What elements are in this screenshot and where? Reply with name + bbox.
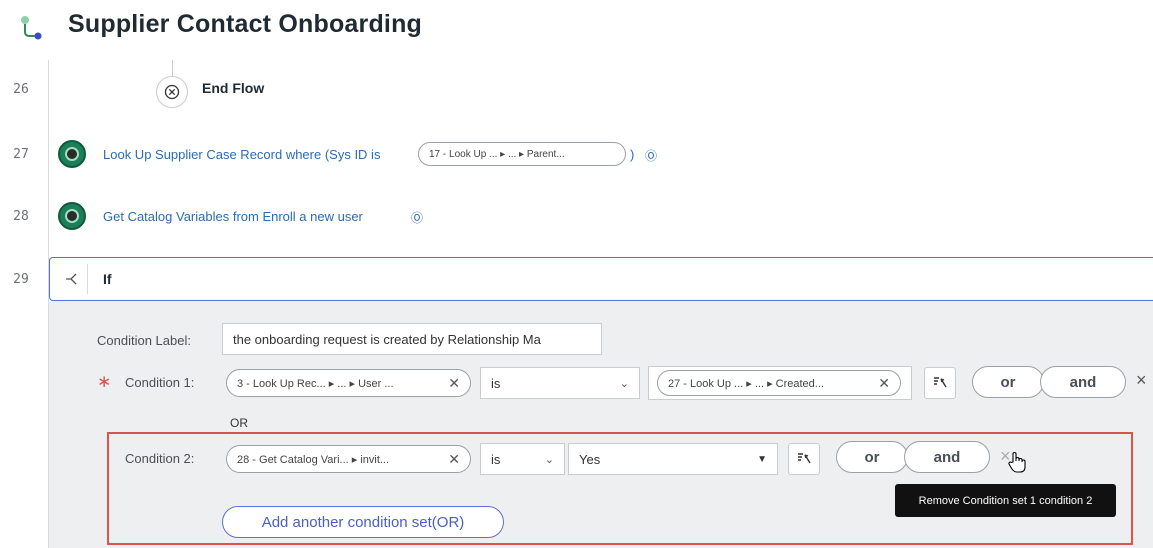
- if-step-row[interactable]: [49, 257, 1153, 301]
- step-27-close-paren: ): [630, 147, 635, 162]
- clear-pill-icon[interactable]: ✕: [448, 451, 460, 468]
- condition-2-left-pill[interactable]: 28 - Get Catalog Vari... ▸ invit... ✕: [226, 445, 471, 473]
- condition-label-input[interactable]: the onboarding request is created by Rel…: [222, 323, 602, 355]
- required-icon: ∗: [97, 372, 112, 391]
- page-title: Supplier Contact Onboarding: [68, 10, 423, 38]
- or-button[interactable]: or: [972, 366, 1044, 398]
- tooltip: Remove Condition set 1 condition 2: [895, 484, 1116, 517]
- and-button[interactable]: and: [1040, 366, 1126, 398]
- operator-value: is: [491, 375, 501, 391]
- chevron-down-icon: ⌄: [544, 453, 554, 466]
- pill-label: 28 - Get Catalog Vari... ▸ invit...: [237, 453, 390, 466]
- step-28-label[interactable]: Get Catalog Variables from Enroll a new …: [103, 209, 363, 224]
- line-number: 26: [13, 82, 29, 97]
- operator-value: is: [491, 451, 501, 467]
- flow-connector: [172, 60, 173, 76]
- and-button[interactable]: and: [904, 441, 990, 473]
- help-icon[interactable]: Ⓞ: [411, 209, 423, 226]
- condition-label-caption: Condition Label:: [97, 333, 191, 348]
- remove-condition-icon[interactable]: ×: [1136, 370, 1147, 391]
- or-button[interactable]: or: [836, 441, 908, 473]
- pill-label: 3 - Look Up Rec... ▸ ... ▸ User ...: [237, 377, 394, 390]
- line-number-gutter: [0, 60, 49, 548]
- condition-1-left-pill[interactable]: 3 - Look Up Rec... ▸ ... ▸ User ... ✕: [226, 369, 471, 397]
- step-27-label[interactable]: Look Up Supplier Case Record where (Sys …: [103, 147, 380, 162]
- catalog-variables-icon: [58, 202, 86, 230]
- flow-branch-icon: [21, 16, 42, 40]
- close-circle-icon[interactable]: [156, 76, 188, 108]
- if-branch-icon: [57, 264, 88, 294]
- line-number: 28: [13, 209, 29, 224]
- chevron-down-icon: ⌄: [619, 377, 629, 390]
- if-label: If: [103, 271, 112, 287]
- hand-cursor-icon: [1008, 452, 1026, 473]
- condition-1-caption: Condition 1:: [125, 375, 195, 390]
- condition-2-caption: Condition 2:: [125, 451, 195, 466]
- data-pill[interactable]: 17 - Look Up ... ▸ ... ▸ Parent...: [418, 142, 626, 166]
- condition-2-value-select[interactable]: Yes ▼: [568, 443, 778, 475]
- caret-down-icon: ▼: [757, 453, 767, 465]
- data-pill-picker-icon[interactable]: [924, 367, 956, 399]
- add-condition-set-button[interactable]: Add another condition set(OR): [222, 506, 504, 538]
- line-number: 27: [13, 147, 29, 162]
- condition-1-operator-select[interactable]: is ⌄: [480, 367, 640, 399]
- help-icon[interactable]: Ⓞ: [645, 147, 657, 164]
- line-number: 29: [13, 272, 29, 287]
- lookup-record-icon: [58, 140, 86, 168]
- value-selected: Yes: [579, 451, 601, 467]
- condition-1-right-pill[interactable]: 27 - Look Up ... ▸ ... ▸ Created... ✕: [657, 370, 901, 396]
- end-flow-label[interactable]: End Flow: [202, 80, 264, 96]
- condition-1-value-field[interactable]: 27 - Look Up ... ▸ ... ▸ Created... ✕: [648, 366, 912, 400]
- data-pill-picker-icon[interactable]: [788, 443, 820, 475]
- or-separator: OR: [230, 416, 248, 430]
- condition-2-operator-select[interactable]: is ⌄: [480, 443, 565, 475]
- pill-label: 27 - Look Up ... ▸ ... ▸ Created...: [668, 377, 824, 390]
- clear-pill-icon[interactable]: ✕: [878, 375, 890, 392]
- clear-pill-icon[interactable]: ✕: [448, 375, 460, 392]
